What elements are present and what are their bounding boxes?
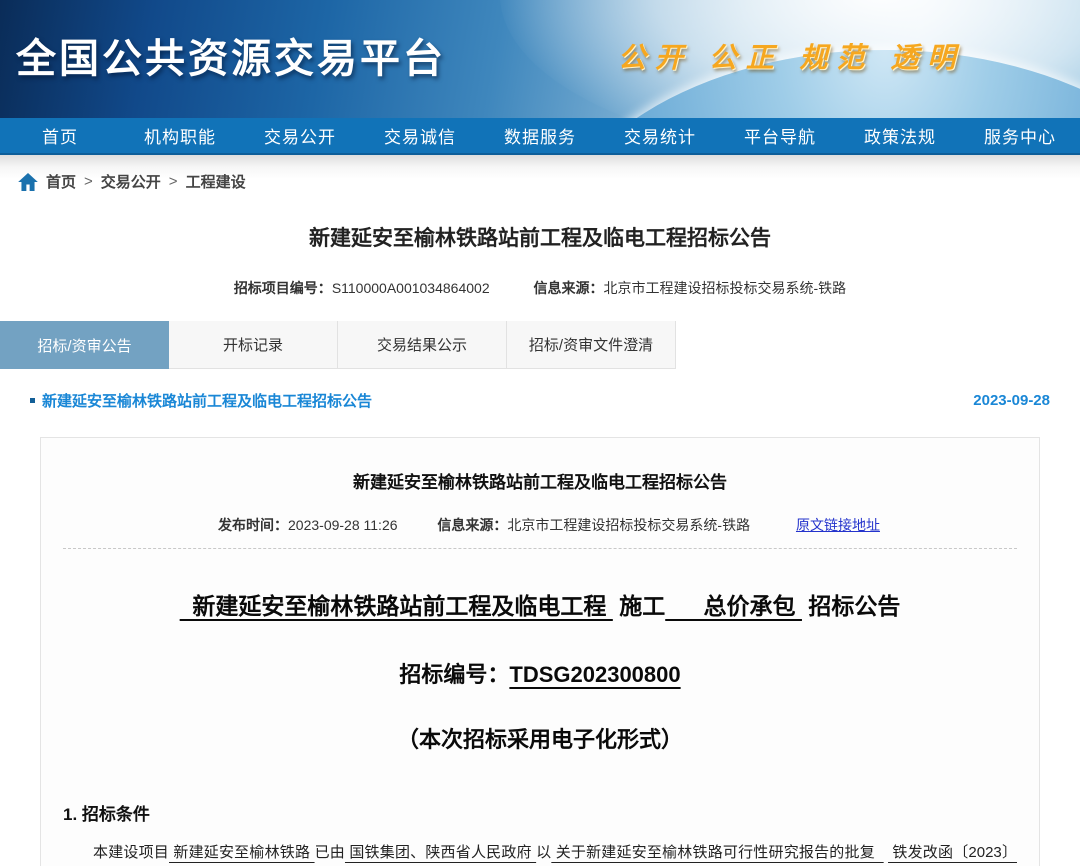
nav-item-data-services[interactable]: 数据服务 bbox=[480, 123, 600, 148]
breadcrumb-separator: > bbox=[169, 173, 178, 190]
project-number-value: S110000A001034864002 bbox=[332, 280, 490, 296]
underlined-text: 新建延安至榆林铁路 bbox=[169, 844, 315, 861]
publish-time-value: 2023-09-28 11:26 bbox=[288, 517, 398, 533]
info-source-value: 北京市工程建设招标投标交易系统-铁路 bbox=[604, 280, 847, 296]
plain-text: 本建设项目 bbox=[93, 844, 169, 861]
underlined-text: 总价承包 bbox=[665, 593, 802, 619]
publish-time: 发布时间：2023-09-28 11:26 bbox=[218, 517, 401, 533]
info-source-label: 信息来源： bbox=[534, 280, 604, 296]
page-title: 新建延安至榆林铁路站前工程及临电工程招标公告 bbox=[0, 222, 1080, 252]
breadcrumb-engineering[interactable]: 工程建设 bbox=[186, 171, 246, 192]
tab-opening-record[interactable]: 开标记录 bbox=[169, 321, 338, 369]
article-title: 新建延安至榆林铁路站前工程及临电工程招标公告 bbox=[63, 468, 1017, 493]
plain-text: 已由 bbox=[315, 844, 345, 861]
plain-text: 以 bbox=[536, 844, 551, 861]
publish-time-label: 发布时间： bbox=[218, 517, 288, 533]
main-nav: 首页 机构职能 交易公开 交易诚信 数据服务 交易统计 平台导航 政策法规 服务… bbox=[0, 118, 1080, 155]
nav-item-home[interactable]: 首页 bbox=[0, 123, 120, 148]
announcement-link-label: 新建延安至榆林铁路站前工程及临电工程招标公告 bbox=[42, 390, 372, 411]
project-number: 招标项目编号：S110000A001034864002 bbox=[234, 280, 494, 296]
tab-document-clarification[interactable]: 招标/资审文件澄清 bbox=[507, 321, 676, 369]
section-1-title: 1. 招标条件 bbox=[63, 800, 1017, 825]
dashed-divider bbox=[63, 548, 1017, 549]
plain-text: 施工 bbox=[613, 593, 665, 619]
info-source: 信息来源：北京市工程建设招标投标交易系统-铁路 bbox=[534, 280, 847, 296]
plain-text: 招标公告 bbox=[802, 593, 900, 619]
tab-result-publicity[interactable]: 交易结果公示 bbox=[338, 321, 507, 369]
original-link[interactable]: 原文链接地址 bbox=[796, 517, 880, 533]
nav-item-trade-disclosure[interactable]: 交易公开 bbox=[240, 123, 360, 148]
announcement-date: 2023-09-28 bbox=[973, 392, 1050, 409]
breadcrumb-home[interactable]: 首页 bbox=[46, 171, 76, 192]
square-bullet-icon bbox=[30, 398, 35, 403]
bid-number-value: TDSG202300800 bbox=[509, 662, 680, 687]
nav-item-trade-statistics[interactable]: 交易统计 bbox=[600, 123, 720, 148]
announcement-list-row: 新建延安至榆林铁路站前工程及临电工程招标公告 2023-09-28 bbox=[30, 390, 1050, 411]
nav-item-trade-integrity[interactable]: 交易诚信 bbox=[360, 123, 480, 148]
site-banner: 全国公共资源交易平台 公开 公正 规范 透明 bbox=[0, 0, 1080, 118]
announcement-link[interactable]: 新建延安至榆林铁路站前工程及临电工程招标公告 bbox=[30, 390, 372, 411]
document-heading: 新建延安至榆林铁路站前工程及临电工程 施工 总价承包 招标公告 bbox=[63, 587, 1017, 621]
home-icon[interactable] bbox=[18, 173, 38, 191]
breadcrumb-separator: > bbox=[84, 173, 93, 190]
nav-item-service-center[interactable]: 服务中心 bbox=[960, 123, 1080, 148]
underlined-text: 新建延安至榆林铁路站前工程及临电工程 bbox=[180, 593, 613, 619]
nav-item-policies[interactable]: 政策法规 bbox=[840, 123, 960, 148]
article-meta: 发布时间：2023-09-28 11:26 信息来源：北京市工程建设招标投标交易… bbox=[63, 515, 1017, 535]
page-meta: 招标项目编号：S110000A001034864002 信息来源：北京市工程建设… bbox=[0, 278, 1080, 298]
article-source: 信息来源：北京市工程建设招标投标交易系统-铁路 bbox=[437, 517, 754, 533]
project-number-label: 招标项目编号： bbox=[234, 280, 332, 296]
underlined-text: 关于新建延安至榆林铁路可行性研究报告的批复 bbox=[551, 844, 883, 861]
tab-bid-announcement[interactable]: 招标/资审公告 bbox=[0, 321, 169, 369]
underlined-text: 国铁集团、陕西省人民政府 bbox=[345, 844, 536, 861]
tab-bar: 招标/资审公告 开标记录 交易结果公示 招标/资审文件澄清 bbox=[0, 321, 1080, 369]
site-slogan: 公开 公正 规范 透明 bbox=[618, 36, 964, 76]
bid-number-label: 招标编号： bbox=[399, 662, 509, 687]
bid-number-line: 招标编号：TDSG202300800 bbox=[63, 657, 1017, 689]
article-box: 新建延安至榆林铁路站前工程及临电工程招标公告 发布时间：2023-09-28 1… bbox=[40, 437, 1040, 866]
article-source-value: 北京市工程建设招标投标交易系统-铁路 bbox=[507, 517, 750, 533]
article-source-label: 信息来源： bbox=[437, 517, 507, 533]
nav-item-org-functions[interactable]: 机构职能 bbox=[120, 123, 240, 148]
section-1-paragraph: 本建设项目 新建延安至榆林铁路 已由 国铁集团、陕西省人民政府 以 关于新建延安… bbox=[63, 838, 1017, 866]
electronic-form-note: （本次招标采用电子化形式） bbox=[63, 722, 1017, 754]
site-title: 全国公共资源交易平台 bbox=[16, 26, 446, 84]
nav-item-platform-guide[interactable]: 平台导航 bbox=[720, 123, 840, 148]
breadcrumb: 首页 > 交易公开 > 工程建设 bbox=[0, 155, 1080, 206]
breadcrumb-trade-disclosure[interactable]: 交易公开 bbox=[101, 171, 161, 192]
